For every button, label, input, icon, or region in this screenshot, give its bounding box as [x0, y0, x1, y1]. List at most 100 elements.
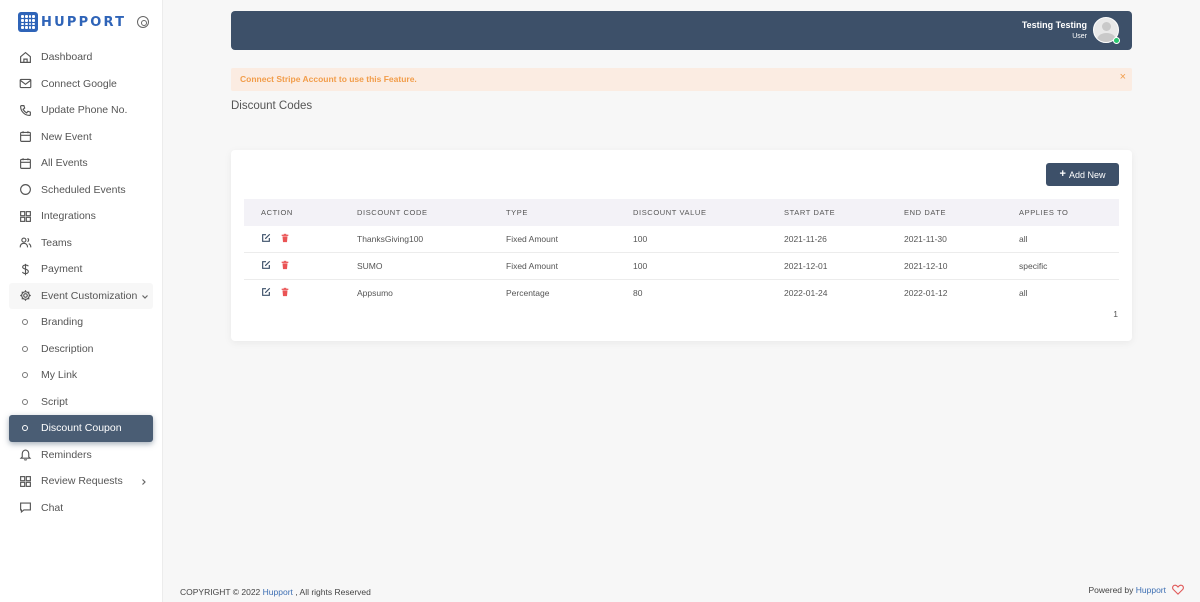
sidebar-item-dashboard[interactable]: Dashboard [0, 44, 162, 71]
cell-applies-to: specific [1019, 261, 1048, 272]
sidebar-item-label: Payment [41, 263, 83, 276]
sidebar-toggle-icon[interactable] [137, 16, 149, 28]
cell-code: ThanksGiving100 [357, 234, 424, 245]
pagination-page[interactable]: 1 [1113, 309, 1118, 319]
cell-end-date: 2021-12-10 [904, 261, 948, 272]
table-row: ThanksGiving100 Fixed Amount 100 2021-11… [244, 226, 1119, 253]
add-new-button[interactable]: + Add New [1046, 163, 1119, 186]
page-title: Discount Codes [231, 100, 313, 112]
edit-icon[interactable] [261, 287, 271, 299]
sidebar-item-label: Dashboard [41, 51, 93, 64]
chevron-down-icon [141, 292, 149, 304]
sidebar-subitem-label: My Link [41, 369, 78, 382]
cell-applies-to: all [1019, 234, 1028, 245]
sidebar-item-all-events[interactable]: All Events [0, 150, 162, 177]
cell-type: Percentage [506, 287, 550, 298]
calendar-icon [19, 157, 32, 170]
sidebar-item-label: Update Phone No. [41, 104, 128, 117]
copyright-text: COPYRIGHT © 2022 [180, 587, 261, 597]
sidebar-item-teams[interactable]: Teams [0, 230, 162, 257]
chevron-right-icon [140, 477, 148, 489]
bell-icon [19, 448, 32, 461]
edit-icon[interactable] [261, 233, 271, 245]
close-icon[interactable]: × [1120, 71, 1126, 83]
plus-icon: + [1059, 168, 1066, 180]
sidebar-item-event-customization[interactable]: Event Customization [9, 282, 153, 309]
sidebar-item-label: Teams [41, 236, 72, 249]
sidebar-item-integrations[interactable]: Integrations [0, 203, 162, 230]
heart-icon [1172, 584, 1184, 595]
sidebar-item-scheduled-events[interactable]: Scheduled Events [0, 177, 162, 204]
dollar-icon [19, 263, 32, 276]
cell-value: 80 [633, 287, 643, 298]
discount-codes-card: + Add New Action Discount Code Type Disc… [231, 150, 1132, 341]
delete-icon[interactable] [280, 287, 290, 299]
users-icon [19, 236, 32, 249]
delete-icon[interactable] [280, 233, 290, 245]
sidebar-item-label: Chat [41, 501, 64, 514]
powered-by-link[interactable]: Hupport [1136, 585, 1166, 595]
cell-end-date: 2021-11-30 [904, 234, 947, 245]
mail-icon [19, 77, 32, 90]
top-navbar: Testing Testing User [231, 11, 1132, 50]
column-header: Applies To [1019, 208, 1069, 217]
column-header: Discount Value [633, 208, 707, 217]
sidebar-item-connect-google[interactable]: Connect Google [0, 71, 162, 98]
sidebar-item-payment[interactable]: Payment [0, 256, 162, 283]
column-header: Type [506, 208, 528, 217]
delete-icon[interactable] [280, 260, 290, 272]
sidebar-item-chat[interactable]: Chat [0, 495, 162, 522]
sidebar-subitem-label: Script [41, 395, 68, 408]
cell-type: Fixed Amount [506, 234, 558, 245]
table-row: SUMO Fixed Amount 100 2021-12-01 2021-12… [244, 253, 1119, 280]
cell-start-date: 2021-12-01 [784, 261, 828, 272]
footer-copyright: COPYRIGHT © 2022 Hupport , All rights Re… [180, 587, 371, 597]
sidebar-item-label: Integrations [41, 210, 96, 223]
column-header: Start Date [784, 208, 836, 217]
powered-by-text: Powered by [1088, 584, 1134, 595]
sidebar-item-label: All Events [41, 157, 88, 170]
circle-bullet-icon [22, 345, 28, 352]
online-status-icon [1113, 37, 1120, 44]
gear-icon [19, 289, 32, 302]
sidebar-subitem-discount-coupon[interactable]: Discount Coupon [9, 415, 153, 442]
cell-end-date: 2022-01-12 [904, 287, 948, 298]
sidebar-subitem-description[interactable]: Description [0, 336, 162, 363]
sidebar-item-label: Scheduled Events [41, 183, 126, 196]
sidebar-item-new-event[interactable]: New Event [0, 124, 162, 151]
table-header-row: Action Discount Code Type Discount Value… [244, 199, 1119, 226]
circle-icon [19, 183, 32, 196]
sidebar-item-label: Connect Google [41, 77, 117, 90]
grid-icon [19, 475, 32, 488]
sidebar-subitem-label: Discount Coupon [41, 422, 122, 435]
sidebar-item-label: New Event [41, 130, 92, 143]
brand[interactable]: HUPPORT [0, 0, 162, 44]
sidebar-item-reminders[interactable]: Reminders [0, 442, 162, 469]
circle-bullet-icon [22, 372, 28, 379]
rights-text: , All rights Reserved [295, 587, 371, 597]
calendar-icon [19, 130, 32, 143]
edit-icon[interactable] [261, 260, 271, 272]
sidebar-subitem-script[interactable]: Script [0, 389, 162, 416]
footer-powered: Powered by Hupport [1088, 584, 1184, 595]
user-name[interactable]: Testing Testing [1022, 20, 1087, 30]
add-new-label: Add New [1068, 169, 1106, 180]
logo-icon [18, 12, 38, 32]
brand-name: HUPPORT [41, 14, 127, 30]
sidebar-subitem-my-link[interactable]: My Link [0, 362, 162, 389]
discount-codes-table: Action Discount Code Type Discount Value… [244, 199, 1119, 306]
sidebar-subitem-label: Branding [41, 316, 84, 329]
home-icon [19, 51, 32, 64]
phone-icon [19, 104, 32, 117]
cell-value: 100 [633, 261, 648, 272]
cell-type: Fixed Amount [506, 261, 558, 272]
cell-code: SUMO [357, 261, 383, 272]
sidebar-item-review-requests[interactable]: Review Requests [0, 468, 162, 495]
sidebar-subitem-label: Description [41, 342, 94, 355]
sidebar-item-update-phone[interactable]: Update Phone No. [0, 97, 162, 124]
cell-code: Appsumo [357, 287, 393, 298]
table-row: Appsumo Percentage 80 2022-01-24 2022-01… [244, 279, 1119, 306]
company-link[interactable]: Hupport [263, 587, 293, 597]
sidebar-subitem-branding[interactable]: Branding [0, 309, 162, 336]
sidebar: HUPPORT Dashboard Connect Google Update … [0, 0, 163, 602]
